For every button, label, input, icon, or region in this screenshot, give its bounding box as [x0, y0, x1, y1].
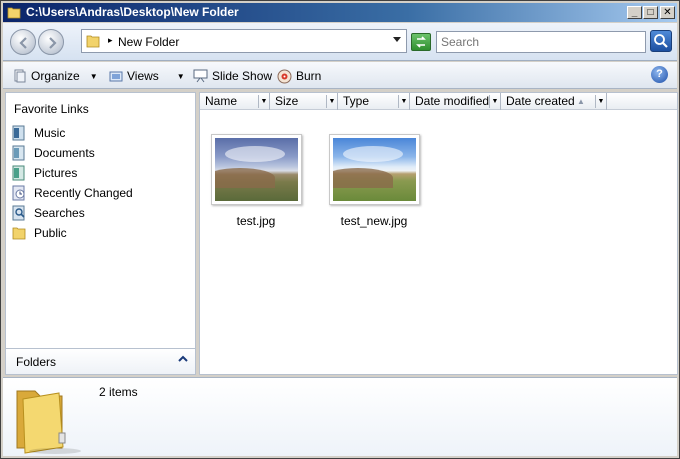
breadcrumb-chevron-icon[interactable]: ▸: [108, 35, 113, 46]
recent-folder-icon: [12, 185, 25, 201]
favorite-links-list: Music Documents Pictures Recently Change…: [8, 123, 194, 243]
music-folder-icon: [12, 125, 25, 141]
nav-item-recently-changed[interactable]: Recently Changed: [8, 183, 194, 203]
nav-item-label: Public: [34, 226, 67, 240]
file-item[interactable]: test_new.jpg: [324, 134, 424, 228]
details-pane: 2 items: [3, 377, 677, 456]
file-item[interactable]: test.jpg: [206, 134, 306, 228]
nav-item-label: Recently Changed: [34, 186, 133, 200]
address-path: New Folder: [118, 35, 180, 49]
public-folder-icon: [12, 227, 26, 240]
refresh-icon: [416, 36, 426, 48]
favorite-links-header: Favorite Links: [14, 102, 89, 116]
slideshow-icon: [193, 69, 208, 83]
nav-item-public[interactable]: Public: [8, 223, 194, 243]
command-bar: Organize ▼ Views ▼ Slide Show Burn ?: [3, 62, 677, 89]
forward-button[interactable]: [38, 29, 64, 55]
file-list-pane: Name ▼ Size ▼ Type ▼ Date modified ▼ Dat…: [199, 92, 678, 375]
nav-item-documents[interactable]: Documents: [8, 143, 194, 163]
nav-item-label: Searches: [34, 206, 85, 220]
image-thumbnail: [210, 134, 302, 205]
slideshow-button[interactable]: Slide Show: [193, 67, 272, 85]
column-headers: Name ▼ Size ▼ Type ▼ Date modified ▼ Dat…: [200, 93, 677, 110]
nav-item-label: Pictures: [34, 166, 78, 180]
column-date-modified[interactable]: Date modified: [410, 93, 501, 110]
search-icon: [654, 34, 668, 48]
search-button[interactable]: [650, 30, 672, 52]
forward-arrow-icon: [49, 37, 57, 49]
organize-button[interactable]: Organize ▼: [13, 67, 98, 85]
column-label: Size: [275, 94, 299, 108]
folders-toggle[interactable]: Folders: [6, 348, 195, 374]
burn-button[interactable]: Burn: [277, 67, 321, 85]
chevron-up-icon: [178, 355, 188, 362]
column-label: Date created: [506, 94, 575, 108]
large-folder-icon: [16, 390, 81, 454]
search-input[interactable]: [441, 35, 641, 49]
nav-item-label: Music: [34, 126, 66, 140]
chevron-down-icon: ▼: [89, 71, 98, 81]
sort-ascending-icon: ▲: [577, 97, 585, 106]
views-button[interactable]: Views ▼: [109, 67, 185, 85]
back-arrow-icon: [19, 37, 27, 49]
pictures-folder-icon: [12, 165, 25, 181]
address-row: ▸ New Folder: [3, 23, 677, 61]
organize-icon: [14, 69, 26, 83]
folder-icon: [86, 35, 100, 48]
chevron-down-icon: ▼: [176, 71, 185, 81]
column-size-filter-icon[interactable]: ▼: [326, 95, 337, 108]
documents-folder-icon: [12, 145, 25, 161]
back-button[interactable]: [10, 29, 36, 55]
refresh-button[interactable]: [411, 33, 431, 51]
views-label: Views: [127, 69, 159, 83]
column-label: Type: [343, 94, 370, 108]
column-date-created-filter-icon[interactable]: ▼: [595, 95, 606, 108]
maximize-button[interactable]: □: [643, 6, 658, 19]
burn-label: Burn: [296, 69, 322, 83]
nav-item-searches[interactable]: Searches: [8, 203, 194, 223]
file-name: test_new.jpg: [340, 214, 408, 228]
nav-item-label: Documents: [34, 146, 95, 160]
folder-icon: [7, 7, 21, 19]
window-title: C:\Users\Andras\Desktop\New Folder: [26, 5, 239, 19]
slideshow-label: Slide Show: [212, 69, 273, 83]
navigation-pane: Favorite Links Music Documents Pictures …: [5, 92, 196, 375]
item-count: 2 items: [99, 385, 138, 399]
searches-folder-icon: [12, 205, 25, 221]
column-type-filter-icon[interactable]: ▼: [398, 95, 409, 108]
column-date-created[interactable]: Date created ▲: [501, 93, 607, 110]
column-name-filter-icon[interactable]: ▼: [258, 95, 269, 108]
search-box[interactable]: [436, 31, 646, 53]
burn-disc-icon: [277, 69, 292, 83]
title-bar[interactable]: C:\Users\Andras\Desktop\New Folder _ □ ✕: [3, 3, 677, 22]
chevron-down-icon[interactable]: [393, 37, 401, 43]
explorer-window: C:\Users\Andras\Desktop\New Folder _ □ ✕…: [0, 0, 680, 459]
views-icon: [109, 71, 123, 82]
nav-item-pictures[interactable]: Pictures: [8, 163, 194, 183]
organize-label: Organize: [31, 69, 80, 83]
column-label: Name: [205, 94, 238, 108]
nav-item-music[interactable]: Music: [8, 123, 194, 143]
close-button[interactable]: ✕: [660, 6, 675, 19]
help-button[interactable]: ?: [651, 66, 668, 83]
column-date-modified-filter-icon[interactable]: ▼: [489, 95, 500, 108]
column-label: Date modified: [415, 94, 490, 108]
file-name: test.jpg: [236, 214, 276, 228]
folders-label: Folders: [16, 355, 57, 369]
minimize-button[interactable]: _: [627, 6, 642, 19]
image-thumbnail: [328, 134, 420, 205]
address-bar[interactable]: ▸ New Folder: [81, 29, 407, 53]
